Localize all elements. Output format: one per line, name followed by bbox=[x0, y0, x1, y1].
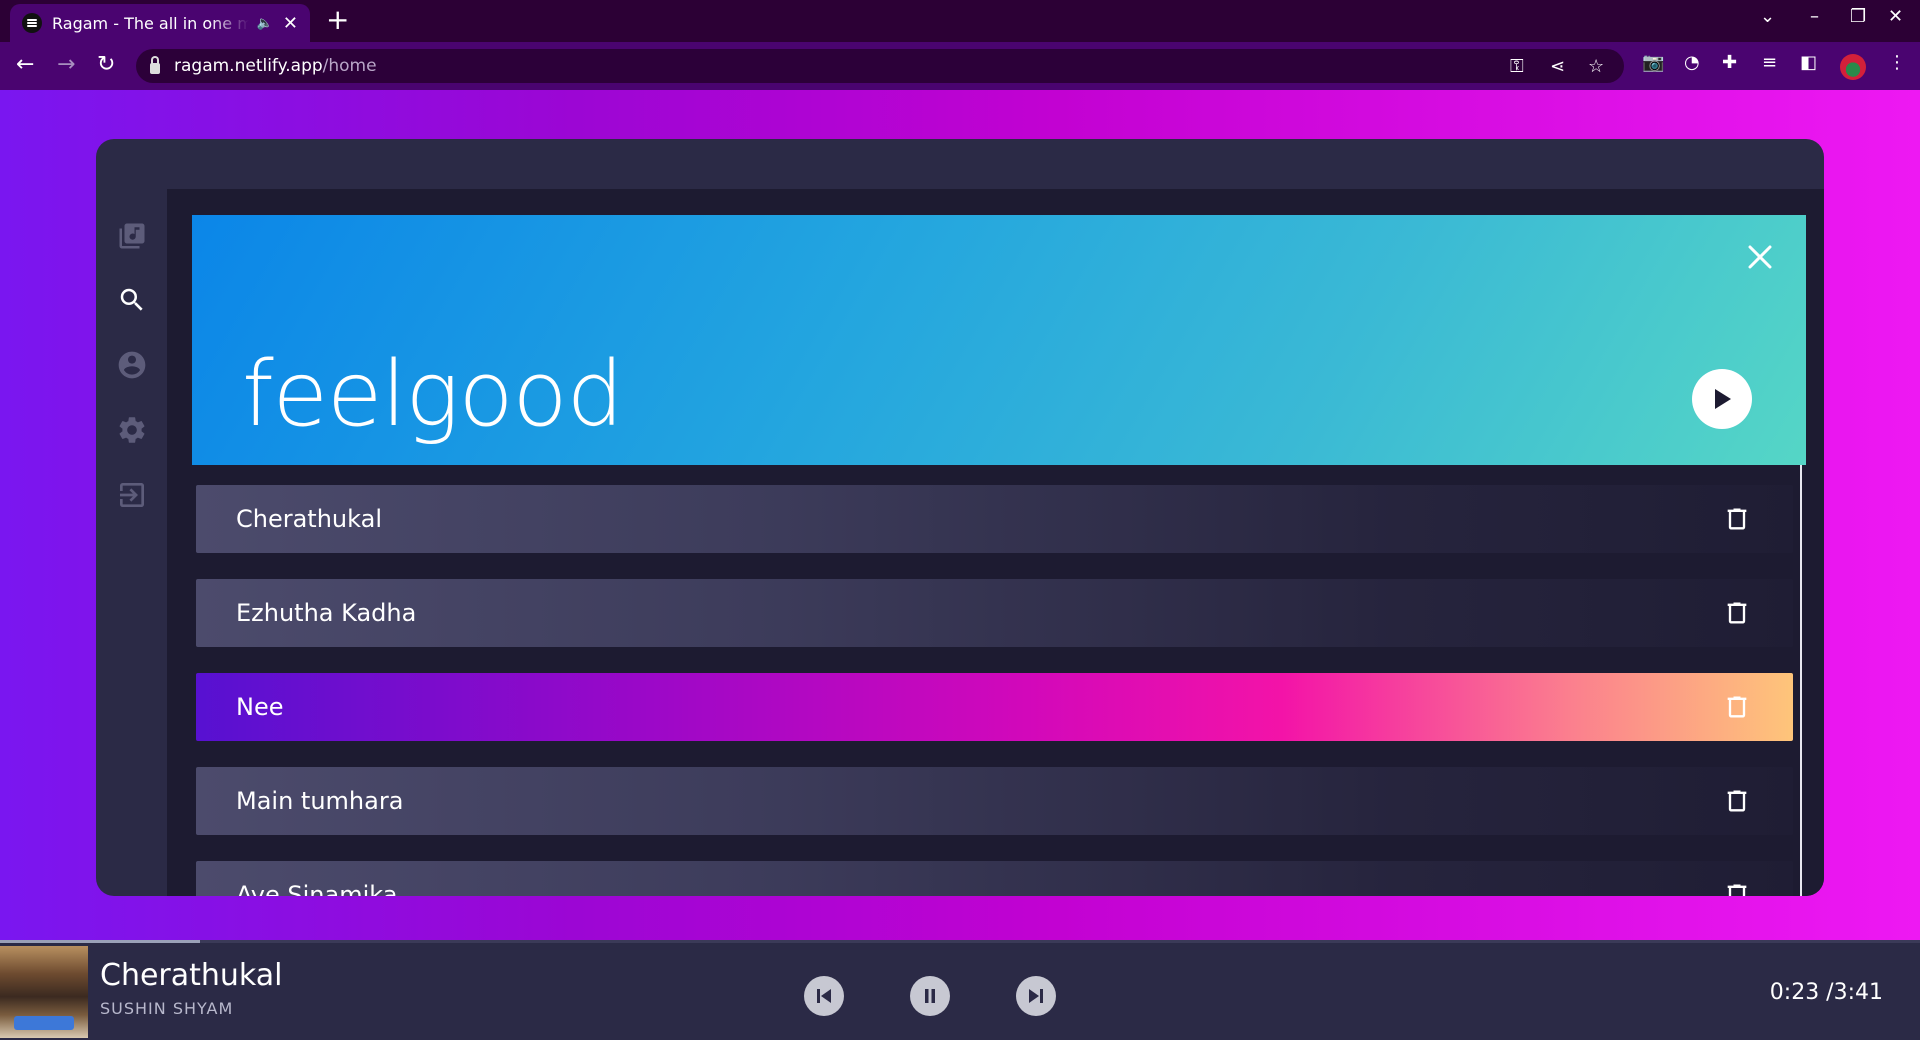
screenshot-extension-icon[interactable]: 📷 bbox=[1642, 52, 1664, 73]
pause-icon bbox=[925, 989, 935, 1003]
search-icon[interactable] bbox=[116, 284, 148, 316]
app-card: feelgood Cherathukal Ezhutha Kadha Nee Main… bbox=[96, 139, 1824, 896]
address-bar[interactable]: ragam.netlify.app /home ⚿ ⋖ ☆ bbox=[136, 49, 1624, 83]
playlist-view: feelgood Cherathukal Ezhutha Kadha Nee Main… bbox=[167, 189, 1824, 896]
side-panel-icon[interactable]: ◧ bbox=[1800, 52, 1817, 73]
play-playlist-button[interactable] bbox=[1692, 369, 1752, 429]
profile-avatar[interactable] bbox=[1840, 54, 1866, 80]
bookmark-star-icon[interactable]: ☆ bbox=[1588, 56, 1604, 77]
pause-button[interactable] bbox=[910, 976, 950, 1016]
playlist-banner: feelgood bbox=[192, 215, 1806, 465]
now-playing-title: Cherathukal bbox=[100, 958, 283, 993]
library-icon[interactable] bbox=[116, 220, 148, 252]
song-row[interactable]: Ezhutha Kadha bbox=[196, 579, 1793, 647]
minimize-icon[interactable]: – bbox=[1810, 6, 1819, 27]
scrollbar[interactable] bbox=[1800, 465, 1802, 896]
close-icon[interactable] bbox=[1744, 241, 1776, 273]
logout-icon[interactable] bbox=[116, 479, 148, 511]
password-key-icon[interactable]: ⚿ bbox=[1510, 56, 1524, 77]
audio-playing-icon[interactable]: 🔈 bbox=[257, 16, 273, 31]
delete-trash-icon[interactable] bbox=[1723, 787, 1751, 815]
browser-tab-strip: Ragam - The all in one music 🔈 ✕ + ⌄ – ❐… bbox=[0, 0, 1920, 42]
song-name: Aye Sinamika bbox=[236, 881, 398, 896]
browser-menu-icon[interactable]: ⋮ bbox=[1888, 52, 1906, 73]
song-name: Main tumhara bbox=[236, 787, 404, 815]
play-icon bbox=[1715, 389, 1731, 409]
progress-bar[interactable] bbox=[0, 940, 1920, 943]
delete-trash-icon[interactable] bbox=[1723, 693, 1751, 721]
playlist-title: feelgood bbox=[242, 342, 624, 447]
settings-gear-icon[interactable] bbox=[116, 414, 148, 446]
song-name: Ezhutha Kadha bbox=[236, 599, 417, 627]
song-name: Nee bbox=[236, 693, 284, 721]
skip-previous-icon bbox=[817, 989, 831, 1003]
progress-fill bbox=[0, 940, 200, 943]
next-button[interactable] bbox=[1016, 976, 1056, 1016]
side-navigation bbox=[96, 139, 167, 896]
lock-icon[interactable] bbox=[150, 55, 160, 74]
spotify-favicon-icon bbox=[22, 13, 42, 33]
song-row[interactable]: Nee bbox=[196, 673, 1793, 741]
url-path: /home bbox=[322, 56, 377, 76]
speed-extension-icon[interactable]: ◔ bbox=[1684, 52, 1700, 73]
delete-trash-icon[interactable] bbox=[1723, 599, 1751, 627]
restore-icon[interactable]: ❐ bbox=[1850, 6, 1866, 27]
now-playing-artist: SUSHIN SHYAM bbox=[100, 999, 234, 1018]
forward-icon[interactable]: → bbox=[57, 52, 75, 78]
song-name: Cherathukal bbox=[236, 505, 382, 533]
album-cover bbox=[0, 946, 88, 1038]
browser-tab[interactable]: Ragam - The all in one music 🔈 ✕ bbox=[10, 4, 310, 42]
song-row[interactable]: Cherathukal bbox=[196, 485, 1793, 553]
media-control-icon[interactable]: ≡ bbox=[1762, 52, 1777, 73]
share-icon[interactable]: ⋖ bbox=[1550, 56, 1565, 77]
playback-time: 0:23 /3:41 bbox=[1769, 980, 1883, 1005]
browser-toolbar: ← → ↻ ragam.netlify.app /home ⚿ ⋖ ☆ 📷 ◔ … bbox=[0, 42, 1920, 90]
back-icon[interactable]: ← bbox=[16, 52, 34, 78]
delete-trash-icon[interactable] bbox=[1723, 881, 1751, 896]
reload-icon[interactable]: ↻ bbox=[97, 52, 115, 78]
window-close-icon[interactable]: ✕ bbox=[1888, 6, 1903, 27]
extensions-puzzle-icon[interactable]: ✚ bbox=[1722, 52, 1737, 73]
now-playing-bar: Cherathukal SUSHIN SHYAM 0:23 /3:41 bbox=[0, 940, 1920, 1040]
previous-button[interactable] bbox=[804, 976, 844, 1016]
new-tab-button[interactable]: + bbox=[326, 6, 349, 34]
song-row[interactable]: Main tumhara bbox=[196, 767, 1793, 835]
tab-title: Ragam - The all in one music bbox=[52, 13, 249, 33]
skip-next-icon bbox=[1029, 989, 1043, 1003]
tab-search-icon[interactable]: ⌄ bbox=[1760, 6, 1775, 27]
account-icon[interactable] bbox=[116, 349, 148, 381]
url-host: ragam.netlify.app bbox=[174, 56, 323, 76]
song-row[interactable]: Aye Sinamika bbox=[196, 861, 1793, 896]
delete-trash-icon[interactable] bbox=[1723, 505, 1751, 533]
app-background: feelgood Cherathukal Ezhutha Kadha Nee Main… bbox=[0, 90, 1920, 940]
tab-close-icon[interactable]: ✕ bbox=[283, 13, 298, 34]
